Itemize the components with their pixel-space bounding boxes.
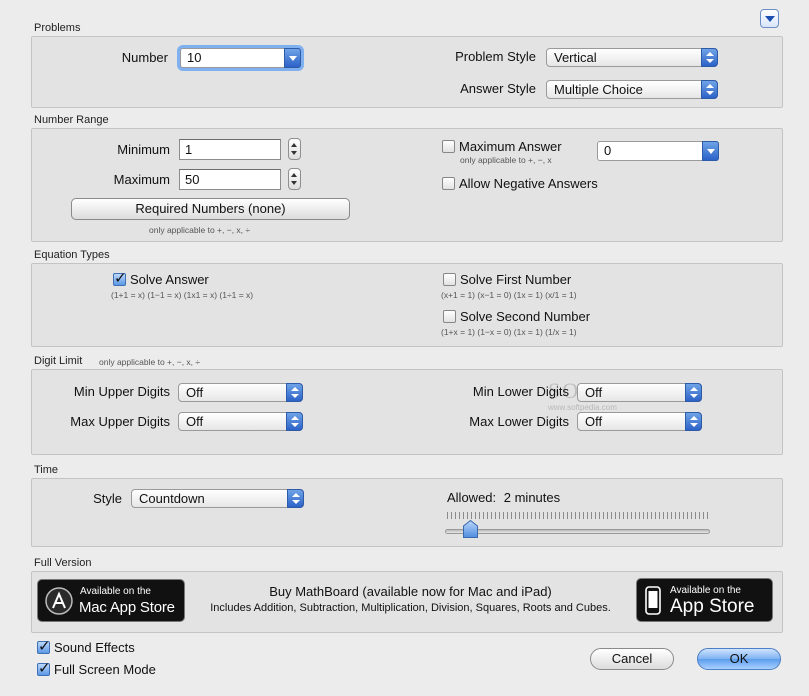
min-upper-value: Off: [186, 385, 204, 400]
max-upper-label: Max Upper Digits: [70, 414, 170, 429]
sound-effects-checkbox[interactable]: [37, 637, 51, 655]
digit-limit-note: only applicable to +, −, x, ÷: [99, 357, 201, 367]
problem-style-value: Vertical: [554, 50, 597, 65]
required-numbers-note: only applicable to +, −, x, ÷: [149, 225, 251, 235]
answer-style-value: Multiple Choice: [554, 82, 643, 97]
required-numbers-button[interactable]: Required Numbers (none): [71, 198, 350, 220]
maximum-stepper[interactable]: [288, 168, 301, 190]
ok-button[interactable]: OK: [697, 648, 781, 670]
maximum-label: Maximum: [113, 172, 170, 187]
minimum-label: Minimum: [117, 142, 170, 157]
mac-app-store-badge[interactable]: Available on the Mac App Store: [37, 579, 185, 622]
solve-answer-example: (1+1 = x) (1−1 = x) (1x1 = x) (1÷1 = x): [111, 290, 254, 300]
min-upper-label: Min Upper Digits: [73, 384, 170, 399]
solve-first-checkbox[interactable]: [443, 273, 456, 286]
time-slider-knob[interactable]: [462, 520, 478, 538]
slider-ticks: [447, 512, 709, 519]
time-style-select[interactable]: Countdown: [131, 489, 304, 508]
section-title-number-range: Number Range: [34, 114, 109, 126]
min-lower-label: Min Lower Digits: [472, 384, 569, 399]
solve-second-label: Solve Second Number: [460, 309, 591, 324]
allowed-value: 2 minutes: [503, 490, 561, 505]
mac-badge-big-text: Mac App Store: [79, 599, 175, 616]
updown-arrows-icon: [287, 489, 304, 508]
cancel-button[interactable]: Cancel: [590, 648, 674, 670]
min-upper-select[interactable]: Off: [178, 383, 303, 402]
sound-effects-label: Sound Effects: [54, 640, 135, 655]
updown-arrows-icon: [685, 412, 702, 431]
min-lower-select[interactable]: Off: [577, 383, 702, 402]
iphone-icon: [645, 586, 661, 615]
updown-arrows-icon: [286, 383, 303, 402]
time-style-label: Style: [93, 491, 122, 506]
section-title-equation-types: Equation Types: [34, 249, 110, 261]
full-screen-label: Full Screen Mode: [54, 662, 156, 677]
number-label: Number: [121, 50, 168, 65]
disclosure-button[interactable]: [760, 9, 779, 28]
updown-arrows-icon: [701, 48, 718, 67]
allowed-label-text: Allowed:: [447, 490, 497, 505]
solve-answer-label: Solve Answer: [130, 272, 209, 287]
solve-first-example: (x+1 = 1) (x−1 = 0) (1x = 1) (x/1 = 1): [441, 290, 577, 300]
max-upper-select[interactable]: Off: [178, 412, 303, 431]
allow-negative-checkbox[interactable]: [442, 177, 455, 190]
problem-style-label: Problem Style: [455, 49, 536, 64]
mac-badge-small-text: Available on the: [80, 586, 151, 597]
app-store-logo-icon: [45, 587, 73, 615]
max-lower-value: Off: [585, 414, 603, 429]
minimum-stepper[interactable]: [288, 138, 301, 160]
watermark-url: www.softpedia.com: [548, 403, 617, 412]
updown-arrows-icon: [685, 383, 702, 402]
problem-style-select[interactable]: Vertical: [546, 48, 718, 67]
section-title-problems: Problems: [34, 22, 81, 34]
section-title-digit-limit: Digit Limit: [34, 355, 83, 367]
updown-arrows-icon: [701, 80, 718, 99]
min-lower-value: Off: [585, 385, 603, 400]
max-answer-note: only applicable to +, −, x: [460, 155, 552, 165]
max-answer-label: Maximum Answer: [459, 139, 562, 154]
max-answer-value: 0: [604, 143, 612, 158]
section-title-time: Time: [34, 464, 59, 476]
chevron-down-icon[interactable]: [702, 141, 719, 161]
promo-title: Buy MathBoard (available now for Mac and…: [269, 584, 552, 599]
allow-negative-label: Allow Negative Answers: [459, 176, 598, 191]
solve-second-checkbox[interactable]: [443, 310, 456, 323]
max-lower-select[interactable]: Off: [577, 412, 702, 431]
solve-first-label: Solve First Number: [460, 272, 572, 287]
answer-style-select[interactable]: Multiple Choice: [546, 80, 718, 99]
number-combo[interactable]: 10: [180, 48, 301, 68]
time-style-value: Countdown: [139, 491, 205, 506]
answer-style-label: Answer Style: [460, 81, 536, 96]
app-store-badge[interactable]: Available on the App Store: [636, 578, 773, 622]
maximum-field[interactable]: 50: [179, 169, 281, 190]
chevron-down-icon[interactable]: [284, 48, 301, 68]
solve-answer-checkbox[interactable]: [113, 269, 127, 287]
max-answer-combo[interactable]: 0: [597, 141, 719, 161]
updown-arrows-icon: [286, 412, 303, 431]
minimum-field[interactable]: 1: [179, 139, 281, 160]
promo-subtitle: Includes Addition, Subtraction, Multipli…: [210, 602, 611, 614]
time-slider-track[interactable]: [445, 529, 710, 534]
max-answer-checkbox[interactable]: [442, 140, 455, 153]
full-screen-checkbox[interactable]: [37, 659, 51, 677]
solve-second-example: (1+x = 1) (1−x = 0) (1x = 1) (1/x = 1): [441, 327, 577, 337]
section-title-full-version: Full Version: [34, 557, 92, 569]
number-value: 10: [187, 50, 202, 65]
max-lower-label: Max Lower Digits: [469, 414, 569, 429]
chevron-down-icon: [765, 16, 775, 22]
max-upper-value: Off: [186, 414, 204, 429]
ios-badge-small-text: Available on the: [670, 585, 741, 596]
allowed-label: Allowed: 2 minutes: [447, 490, 560, 505]
ios-badge-big-text: App Store: [670, 596, 755, 617]
